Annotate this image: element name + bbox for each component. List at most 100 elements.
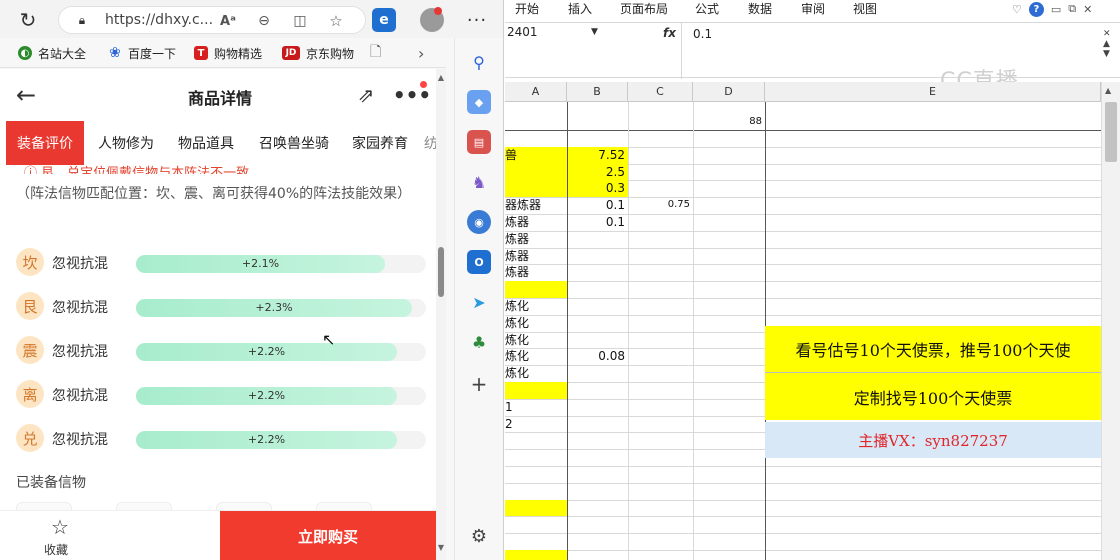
cell-a[interactable]: 1	[505, 399, 565, 416]
cell-c[interactable]: 0.75	[628, 197, 693, 214]
cell-a[interactable]	[505, 533, 565, 550]
function-icon[interactable]: fx	[663, 26, 676, 40]
cell-c[interactable]	[628, 365, 693, 382]
cell-c[interactable]	[628, 348, 693, 365]
cell-b[interactable]	[567, 231, 628, 248]
cell-b[interactable]	[567, 298, 628, 315]
cell-b[interactable]	[567, 281, 628, 298]
cell-b[interactable]	[567, 483, 628, 500]
cell-c[interactable]	[628, 248, 693, 265]
address-bar[interactable]: 🔒︎ https://dhxy.c... Aᵃ ⊖ ◫ ☆	[58, 6, 366, 34]
tab-summons-mounts[interactable]: 召唤兽坐骑	[250, 121, 338, 165]
add-favorite-icon[interactable]: ☆	[325, 10, 347, 32]
copilot-icon[interactable]: ◉	[467, 210, 491, 234]
menu-data[interactable]: 数据	[748, 0, 772, 17]
split-screen-icon[interactable]: ◫	[289, 10, 311, 32]
cell-c[interactable]	[628, 500, 693, 517]
cell-a[interactable]: 炼化	[505, 315, 565, 332]
cell-a[interactable]: 炼化	[505, 298, 565, 315]
cell-b[interactable]	[567, 466, 628, 483]
cell-c[interactable]	[628, 399, 693, 416]
column-header-d[interactable]: D	[693, 82, 765, 102]
cell-a[interactable]	[505, 180, 565, 197]
cell-c[interactable]	[628, 264, 693, 281]
column-header-a[interactable]: A	[505, 82, 567, 102]
cell-a[interactable]	[505, 130, 565, 147]
cell-a[interactable]: 炼器	[505, 214, 565, 231]
scroll-up-icon[interactable]: ▲	[1105, 86, 1111, 95]
menu-view[interactable]: 视图	[853, 0, 877, 17]
cell-c[interactable]	[628, 164, 693, 181]
tab-home-nurture[interactable]: 家园养育	[344, 121, 416, 165]
buy-now-button[interactable]: 立即购买	[220, 511, 436, 560]
cell-c[interactable]	[628, 315, 693, 332]
cell-c[interactable]	[628, 130, 693, 147]
cell-c[interactable]	[628, 483, 693, 500]
menu-page-layout[interactable]: 页面布局	[620, 0, 668, 17]
settings-gear-icon[interactable]: ⚙	[467, 524, 491, 548]
refresh-icon[interactable]: ↻	[14, 6, 42, 34]
cell-b[interactable]	[567, 500, 628, 517]
menu-insert[interactable]: 插入	[568, 0, 592, 17]
cell-b[interactable]: 0.08	[567, 348, 628, 365]
help-icon[interactable]: ?	[1028, 1, 1044, 17]
cell-a[interactable]: 炼化	[505, 365, 565, 382]
cell-c[interactable]	[628, 281, 693, 298]
cell-b[interactable]: 7.52	[567, 147, 628, 164]
formula-input[interactable]: 0.1	[693, 27, 712, 41]
cell-c[interactable]	[628, 449, 693, 466]
cell-a[interactable]: 器炼器	[505, 197, 565, 214]
cell-b[interactable]	[567, 365, 628, 382]
cell-b[interactable]	[567, 416, 628, 433]
url-text[interactable]: https://dhxy.c...	[105, 12, 213, 28]
menu-review[interactable]: 审阅	[801, 0, 825, 17]
scroll-up-icon[interactable]: ▲	[436, 73, 446, 82]
cell-b[interactable]	[567, 399, 628, 416]
cell-b[interactable]	[567, 533, 628, 550]
cell-c[interactable]	[628, 298, 693, 315]
cell-b[interactable]: 0.1	[567, 197, 628, 214]
zoom-out-icon[interactable]: ⊖	[253, 10, 275, 32]
cell-c[interactable]	[628, 332, 693, 349]
cell-a[interactable]: 2	[505, 416, 565, 433]
edge-extension-icon[interactable]: e	[372, 8, 396, 32]
cell-a[interactable]: 炼器	[505, 264, 565, 281]
share-icon[interactable]: ⇗	[352, 81, 380, 109]
cell-c[interactable]	[628, 231, 693, 248]
tag-icon[interactable]: ◆	[467, 90, 491, 114]
cell-a[interactable]	[505, 449, 565, 466]
cell-b[interactable]	[567, 130, 628, 147]
cell-b[interactable]	[567, 264, 628, 281]
tree-icon[interactable]: ♣	[467, 330, 491, 354]
page-scrollbar[interactable]: ▲ ▼	[436, 69, 446, 560]
add-icon[interactable]: +	[467, 372, 491, 396]
menu-formulas[interactable]: 公式	[695, 0, 719, 17]
cell-b[interactable]: 2.5	[567, 164, 628, 181]
chevron-down-icon[interactable]: ▼	[591, 27, 598, 37]
cell-c[interactable]	[628, 147, 693, 164]
cell-a[interactable]	[505, 466, 565, 483]
scrollbar-thumb[interactable]	[1105, 102, 1117, 162]
cell-a[interactable]: 炼化	[505, 332, 565, 349]
cell-a[interactable]	[505, 483, 565, 500]
send-icon[interactable]: ➤	[467, 290, 491, 314]
ribbon-collapse-icon[interactable]: ♡	[1012, 3, 1022, 16]
cell-c[interactable]	[628, 432, 693, 449]
cell-a[interactable]	[505, 550, 565, 560]
chevron-right-icon[interactable]: ›	[418, 44, 424, 63]
cell-b[interactable]	[567, 315, 628, 332]
cell-a[interactable]	[505, 382, 565, 399]
outlook-icon[interactable]: O	[467, 250, 491, 274]
cell-b[interactable]: 0.1	[567, 214, 628, 231]
cell-b[interactable]	[567, 382, 628, 399]
favorite-site-directory[interactable]: ◐ 名站大全	[18, 38, 86, 68]
restore-icon[interactable]: ⧉	[1068, 2, 1076, 16]
cell-a[interactable]	[505, 500, 565, 517]
formula-bar-controls-icon[interactable]: ✕ ▲ ▼	[1103, 29, 1111, 59]
column-header-c[interactable]: C	[628, 82, 693, 102]
more-menu-icon[interactable]: ···	[462, 8, 492, 32]
cell-a[interactable]	[505, 432, 565, 449]
cell-a[interactable]: 炼化	[505, 348, 565, 365]
tab-equipment-review[interactable]: 装备评价	[6, 121, 84, 165]
cell-a[interactable]	[505, 281, 565, 298]
